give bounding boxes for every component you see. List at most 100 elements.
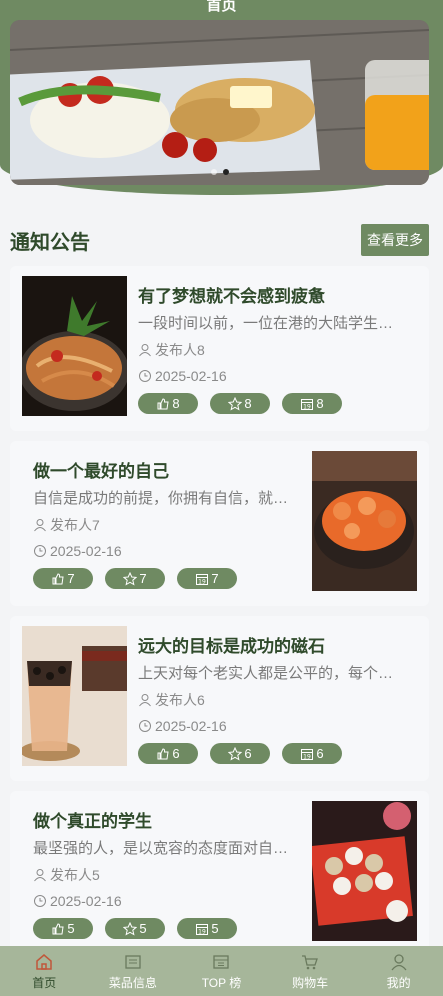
tab-dishes-label: 菜品信息 [108, 975, 157, 990]
like-count[interactable]: 8 [138, 393, 198, 414]
star-count[interactable]: 7 [105, 568, 165, 589]
view-count-value: 8 [316, 396, 324, 411]
page-title: 首页 [206, 0, 237, 14]
clock-icon [34, 895, 46, 907]
author-name: 发布人5 [50, 867, 100, 883]
notice-card[interactable]: 远大的目标是成功的磁石 上天对每个老实人都是公平的，每个… 发布人6 2025-… [10, 616, 429, 781]
notice-date: 2025-02-16 [138, 718, 227, 734]
like-count-value: 8 [172, 396, 180, 411]
notice-image-rice-cakes [312, 801, 417, 941]
notice-author: 发布人8 [138, 340, 205, 360]
notice-card[interactable]: 做一个最好的自己 自信是成功的前提，你拥有自信，就… 发布人7 2025-02-… [10, 441, 429, 606]
view-count[interactable]: 19 8 [282, 393, 342, 414]
notice-date: 2025-02-16 [33, 893, 122, 909]
star-icon [123, 571, 138, 586]
tab-cart[interactable]: 购物车 [266, 946, 355, 996]
tab-cart-label: 购物车 [292, 975, 329, 990]
view-count[interactable]: 19 6 [282, 743, 342, 764]
view-count-value: 5 [211, 921, 219, 936]
notice-title: 有了梦想就不会感到疲惫 [138, 287, 325, 306]
notice-card[interactable]: 做个真正的学生 最坚强的人，是以宽容的态度面对自… 发布人5 2025-02-1… [10, 791, 429, 956]
notice-image-bubble-tea [22, 626, 127, 766]
notice-card[interactable]: 有了梦想就不会感到疲惫 一段时间以前，一位在港的大陆学生… 发布人8 2025-… [10, 266, 429, 431]
user-icon [391, 953, 407, 970]
view-count-value: 6 [316, 746, 324, 761]
user-icon [34, 519, 46, 532]
cart-icon [302, 954, 318, 969]
thumbs-up-icon [52, 572, 64, 584]
notice-image-noodle [22, 276, 127, 416]
user-icon [139, 344, 151, 357]
notice-title: 做个真正的学生 [33, 812, 152, 831]
clock-icon [139, 370, 151, 382]
star-count[interactable]: 5 [105, 918, 165, 939]
tab-mine-label: 我的 [386, 975, 411, 990]
like-count-value: 5 [67, 921, 75, 936]
notice-stats: 8 8 19 8 [138, 393, 342, 414]
banner-dot-active[interactable] [222, 169, 229, 175]
calendar-icon: 19 [196, 573, 209, 585]
notice-title: 远大的目标是成功的磁石 [138, 637, 325, 656]
user-icon [139, 694, 151, 707]
ranking-icon [213, 954, 230, 969]
calendar-icon: 19 [301, 748, 314, 760]
star-count-value: 8 [244, 396, 252, 411]
star-count-value: 5 [139, 921, 147, 936]
star-count[interactable]: 8 [210, 393, 270, 414]
notice-author: 发布人5 [33, 865, 100, 885]
notice-desc: 一段时间以前，一位在港的大陆学生… [138, 315, 394, 332]
star-count-value: 7 [139, 571, 147, 586]
tab-top-label: TOP 榜 [201, 975, 242, 990]
star-count-value: 6 [244, 746, 252, 761]
notice-author: 发布人7 [33, 515, 100, 535]
notice-title: 做一个最好的自己 [33, 462, 169, 481]
view-count-value: 7 [211, 571, 219, 586]
calendar-icon: 19 [301, 398, 314, 410]
svg-text:19: 19 [199, 928, 207, 935]
calendar-icon: 19 [196, 923, 209, 935]
svg-text:19: 19 [304, 403, 312, 410]
date-text: 2025-02-16 [50, 543, 122, 559]
date-text: 2025-02-16 [50, 893, 122, 909]
like-count[interactable]: 7 [33, 568, 93, 589]
author-name: 发布人6 [155, 692, 205, 708]
home-icon [36, 953, 53, 970]
like-count-value: 7 [67, 571, 75, 586]
date-text: 2025-02-16 [155, 718, 227, 734]
clock-icon [139, 720, 151, 732]
tab-dishes[interactable]: 菜品信息 [89, 946, 178, 996]
star-icon [228, 396, 243, 411]
notice-section-title: 通知公告 [10, 231, 90, 254]
user-icon [34, 869, 46, 882]
notice-stats: 6 6 19 6 [138, 743, 342, 764]
notice-desc: 最坚强的人，是以宽容的态度面对自… [33, 840, 289, 857]
notice-stats: 5 5 19 5 [33, 918, 237, 939]
tab-home-label: 首页 [32, 975, 57, 990]
view-count[interactable]: 19 5 [177, 918, 237, 939]
banner-dots [10, 169, 429, 175]
view-count[interactable]: 19 7 [177, 568, 237, 589]
view-more-button[interactable]: 查看更多 [361, 224, 429, 256]
banner-carousel[interactable] [10, 20, 429, 185]
notice-image-shrimp [312, 451, 417, 591]
notice-desc: 自信是成功的前提，你拥有自信，就… [33, 490, 289, 507]
notice-section-header: 通知公告 查看更多 [10, 224, 429, 256]
svg-text:19: 19 [304, 753, 312, 760]
star-count[interactable]: 6 [210, 743, 270, 764]
thumbs-up-icon [157, 397, 169, 409]
author-name: 发布人7 [50, 517, 100, 533]
tab-home[interactable]: 首页 [0, 946, 89, 996]
star-icon [228, 746, 243, 761]
like-count[interactable]: 6 [138, 743, 198, 764]
author-name: 发布人8 [155, 342, 205, 358]
tab-mine[interactable]: 我的 [354, 946, 443, 996]
notice-date: 2025-02-16 [33, 543, 122, 559]
like-count[interactable]: 5 [33, 918, 93, 939]
bottom-tab-bar: 首页 菜品信息 TOP 榜 购物车 我的 [0, 946, 443, 996]
notice-date: 2025-02-16 [138, 368, 227, 384]
banner-dot[interactable] [210, 169, 217, 175]
thumbs-up-icon [52, 922, 64, 934]
date-text: 2025-02-16 [155, 368, 227, 384]
tab-top[interactable]: TOP 榜 [177, 946, 266, 996]
banner-image [10, 20, 429, 185]
